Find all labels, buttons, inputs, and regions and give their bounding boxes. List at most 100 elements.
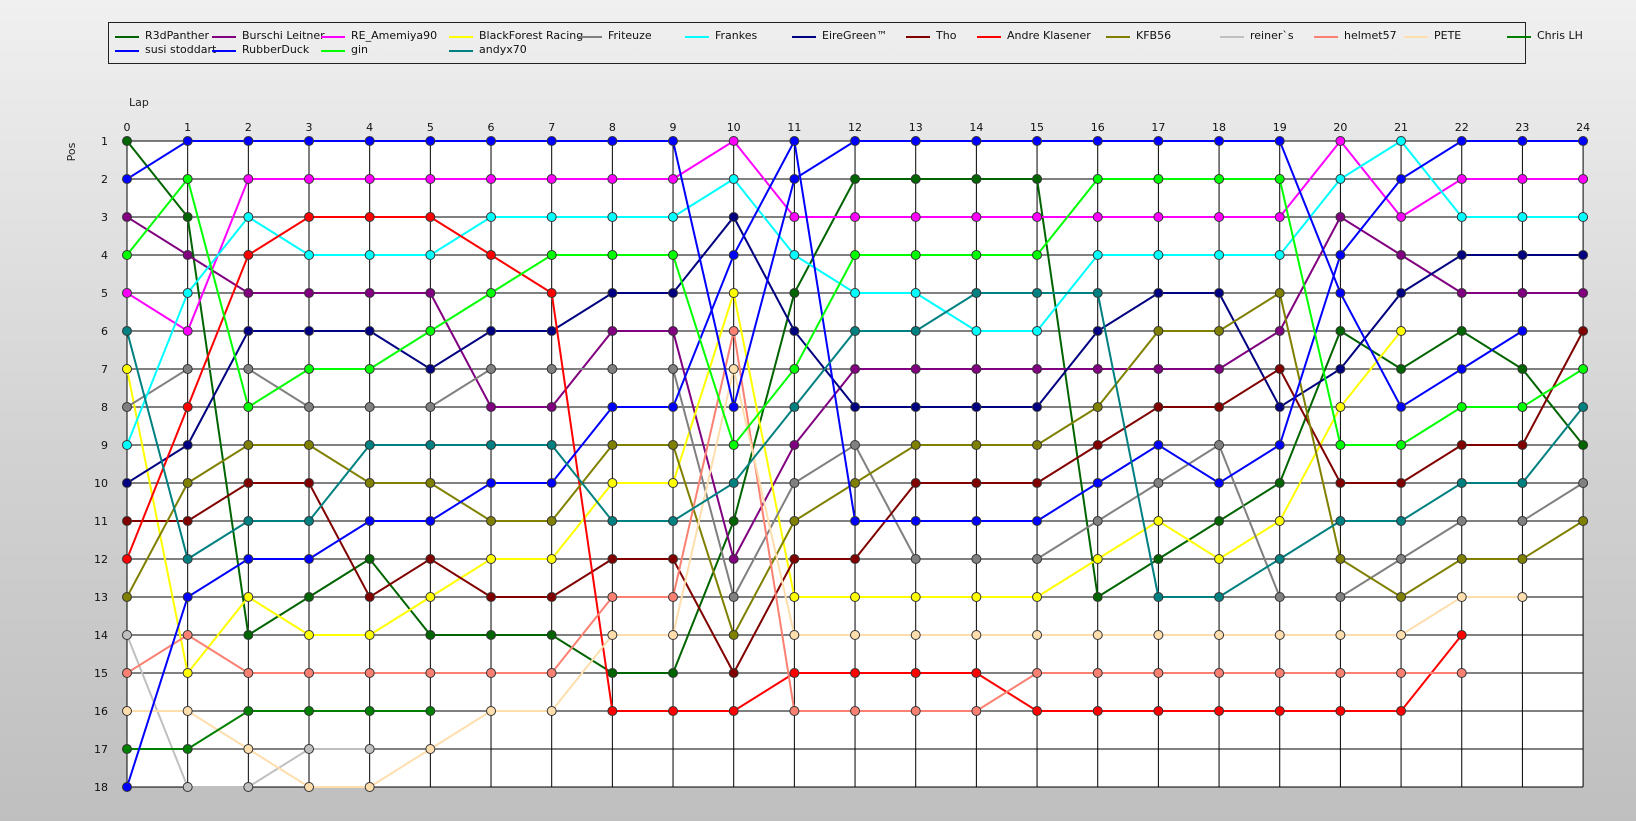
data-point [728, 706, 739, 716]
data-point [486, 592, 497, 602]
data-point [910, 554, 921, 564]
data-point [668, 212, 679, 222]
x-tick-label: 14 [969, 121, 983, 134]
y-tick-label: 18 [94, 781, 108, 794]
data-point [668, 250, 679, 260]
data-point [789, 706, 800, 716]
data-point [243, 212, 254, 222]
data-point [364, 744, 375, 754]
data-point [971, 288, 982, 298]
data-point [182, 402, 193, 412]
data-point [1032, 592, 1043, 602]
data-point [182, 440, 193, 450]
data-point [1396, 554, 1407, 564]
data-point [1396, 326, 1407, 336]
data-point [850, 516, 861, 526]
data-point [850, 212, 861, 222]
data-point [1092, 440, 1103, 450]
data-point [971, 136, 982, 146]
data-point [546, 516, 557, 526]
data-point [486, 364, 497, 374]
data-point [850, 706, 861, 716]
data-point [304, 516, 315, 526]
x-tick-label: 18 [1212, 121, 1226, 134]
data-point [1092, 212, 1103, 222]
data-point [486, 706, 497, 716]
data-point [607, 516, 618, 526]
data-point [789, 478, 800, 488]
data-point [243, 326, 254, 336]
y-axis-title: Pos [65, 142, 78, 161]
data-point [1274, 250, 1285, 260]
data-point [243, 706, 254, 716]
data-point [486, 478, 497, 488]
data-point [971, 478, 982, 488]
data-point [850, 136, 861, 146]
data-point [789, 212, 800, 222]
data-point [668, 668, 679, 678]
data-point [243, 668, 254, 678]
data-point [182, 250, 193, 260]
data-point [850, 554, 861, 564]
data-point [182, 364, 193, 374]
x-tick-label: 9 [670, 121, 677, 134]
data-point [1456, 250, 1467, 260]
data-point [1335, 212, 1346, 222]
data-point [728, 478, 739, 488]
y-tick-label: 9 [101, 439, 108, 452]
data-point [243, 782, 254, 792]
data-point [668, 706, 679, 716]
data-point [182, 516, 193, 526]
data-point [364, 516, 375, 526]
data-point [1335, 668, 1346, 678]
data-point [1517, 402, 1528, 412]
data-point [971, 592, 982, 602]
data-point [1153, 402, 1164, 412]
data-point [1092, 174, 1103, 184]
data-point [1335, 516, 1346, 526]
data-point [728, 402, 739, 412]
data-point [728, 630, 739, 640]
data-point [1456, 364, 1467, 374]
y-tick-label: 4 [101, 249, 108, 262]
data-point [1274, 288, 1285, 298]
data-point [243, 516, 254, 526]
data-point [910, 440, 921, 450]
data-point [182, 174, 193, 184]
data-point [789, 516, 800, 526]
data-point [1396, 668, 1407, 678]
data-point [546, 706, 557, 716]
data-point [1274, 516, 1285, 526]
data-point [486, 630, 497, 640]
data-point [243, 440, 254, 450]
data-point [1396, 212, 1407, 222]
data-point [1335, 326, 1346, 336]
data-point [304, 554, 315, 564]
data-point [1578, 288, 1589, 298]
data-point [971, 516, 982, 526]
data-point [486, 136, 497, 146]
data-point [1274, 478, 1285, 488]
data-point [1335, 706, 1346, 716]
data-point [1032, 136, 1043, 146]
data-point [546, 136, 557, 146]
data-point [1032, 326, 1043, 336]
data-point [1335, 440, 1346, 450]
data-point [850, 630, 861, 640]
data-point [1274, 668, 1285, 678]
data-point [1456, 554, 1467, 564]
data-point [182, 706, 193, 716]
data-point [425, 174, 436, 184]
x-tick-label: 11 [787, 121, 801, 134]
x-axis-title: Lap [129, 96, 149, 109]
data-point [486, 440, 497, 450]
x-tick-label: 10 [727, 121, 741, 134]
data-point [304, 326, 315, 336]
y-tick-label: 7 [101, 363, 108, 376]
y-tick-label: 14 [94, 629, 108, 642]
data-point [1153, 288, 1164, 298]
x-tick-label: 1 [184, 121, 191, 134]
data-point [1396, 174, 1407, 184]
data-point [1092, 478, 1103, 488]
data-point [425, 288, 436, 298]
